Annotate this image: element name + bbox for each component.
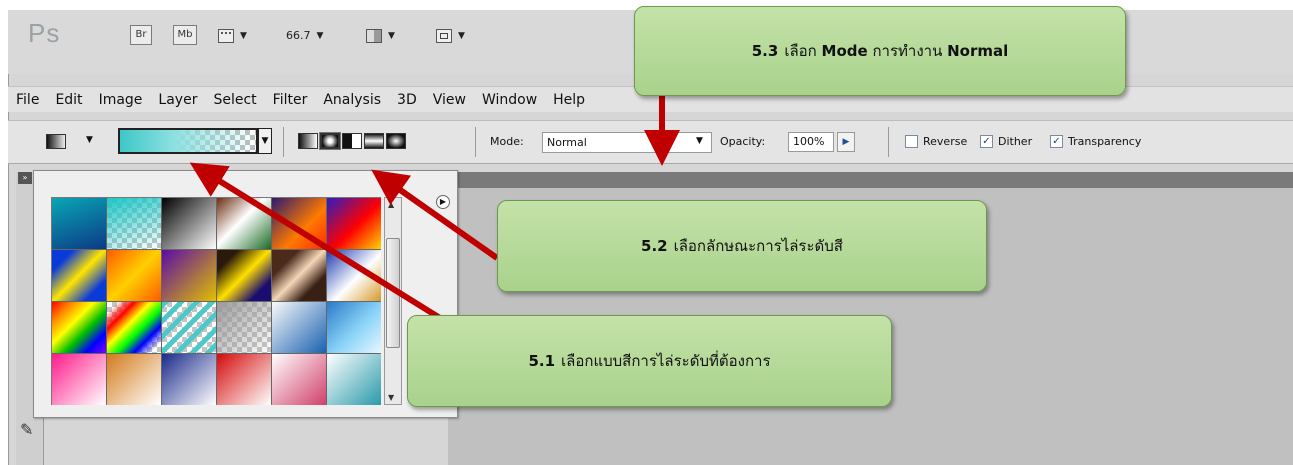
tool-preset-picker[interactable]: [46, 134, 66, 149]
gradient-swatch[interactable]: [107, 250, 161, 301]
callout-5-1-number: 5.1: [528, 352, 556, 370]
dither-checkbox[interactable]: ✓: [980, 135, 993, 148]
menu-help[interactable]: Help: [545, 92, 593, 108]
angle-gradient-button[interactable]: [342, 133, 362, 149]
separator: [888, 127, 889, 157]
opacity-label: Opacity:: [720, 135, 766, 148]
scroll-up-icon[interactable]: ▲: [388, 200, 394, 209]
callout-5-3-text-1: เลือก: [784, 42, 817, 60]
screen-mode-dropdown[interactable]: ▼: [436, 25, 465, 47]
gradient-swatch[interactable]: [327, 198, 381, 249]
radial-gradient-button[interactable]: [319, 132, 341, 150]
opacity-input[interactable]: 100%: [788, 132, 834, 152]
gradient-swatch[interactable]: [162, 354, 216, 405]
options-bar: ▼ ▼ Mode: Normal ▼ Opacity: 100% ▶ Rever…: [8, 120, 1293, 164]
chevron-down-icon: ▼: [316, 31, 324, 41]
gradient-swatch[interactable]: [162, 302, 216, 353]
callout-5-3-mode: Mode: [821, 42, 868, 60]
zoom-level: 66.7: [286, 29, 311, 42]
reverse-label: Reverse: [923, 135, 968, 148]
callout-5-2-text: เลือกลักษณะการไล่ระดับสี: [673, 237, 843, 255]
gradient-swatch[interactable]: [272, 354, 326, 405]
gradient-swatch[interactable]: [272, 302, 326, 353]
separator: [283, 127, 284, 157]
scroll-thumb[interactable]: [386, 238, 400, 348]
panel-dock-strip: [448, 172, 1293, 188]
menu-edit[interactable]: Edit: [47, 92, 90, 108]
callout-5-3-number: 5.3: [751, 42, 779, 60]
menu-view[interactable]: View: [425, 92, 474, 108]
menu-select[interactable]: Select: [205, 92, 264, 108]
pen-tool-icon[interactable]: ✎: [20, 420, 42, 442]
menu-analysis[interactable]: Analysis: [315, 92, 389, 108]
callout-5-3-text-2: การทำงาน: [872, 42, 943, 60]
arrange-documents-dropdown[interactable]: ▼: [366, 25, 395, 47]
gradient-swatch[interactable]: [107, 198, 161, 249]
gradient-swatch[interactable]: [217, 354, 271, 405]
mode-select[interactable]: Normal: [542, 132, 712, 153]
gradient-swatch[interactable]: [272, 250, 326, 301]
chevron-down-icon: ▼: [458, 31, 465, 41]
gradient-swatch[interactable]: [52, 198, 106, 249]
dither-label: Dither: [998, 135, 1033, 148]
menu-3d[interactable]: 3D: [389, 92, 425, 108]
screen-mode-icon: [436, 29, 452, 43]
gradient-swatch[interactable]: [217, 302, 271, 353]
diamond-gradient-button[interactable]: [386, 133, 406, 149]
gradient-picker-popup: ▲ ▼ ▶: [33, 170, 458, 418]
transparency-checkbox[interactable]: ✓: [1050, 135, 1063, 148]
menu-layer[interactable]: Layer: [150, 92, 205, 108]
film-strip-icon: [218, 29, 234, 43]
reverse-checkbox[interactable]: [905, 135, 918, 148]
callout-5-2-number: 5.2: [641, 237, 668, 255]
chevron-down-icon[interactable]: ▼: [696, 136, 703, 146]
gradient-picker-dropdown[interactable]: ▼: [258, 128, 272, 154]
gradient-editor-swatch[interactable]: [118, 128, 258, 154]
chevron-down-icon[interactable]: ▼: [86, 135, 93, 145]
gradient-swatch-grid: [51, 197, 381, 405]
scroll-down-icon[interactable]: ▼: [388, 393, 394, 402]
gradient-list-scrollbar[interactable]: ▲ ▼: [384, 197, 402, 405]
gradient-swatch[interactable]: [327, 302, 381, 353]
gradient-swatch[interactable]: [217, 250, 271, 301]
bridge-button[interactable]: Br: [130, 25, 152, 45]
callout-5-1: 5.1 เลือกแบบสีการไล่ระดับที่ต้องการ: [407, 315, 892, 407]
gradient-swatch[interactable]: [107, 302, 161, 353]
gradient-swatch[interactable]: [162, 198, 216, 249]
callout-5-3-normal: Normal: [947, 42, 1009, 60]
gradient-swatch[interactable]: [162, 250, 216, 301]
photoshop-logo: Ps: [28, 18, 61, 48]
menu-file[interactable]: File: [8, 92, 47, 108]
separator: [475, 127, 476, 157]
mode-label: Mode:: [490, 135, 524, 148]
callout-5-3: 5.3 เลือก Mode การทำงาน Normal: [634, 6, 1126, 96]
linear-gradient-button[interactable]: [298, 133, 318, 149]
opacity-slider-button[interactable]: ▶: [837, 132, 855, 152]
gradient-swatch[interactable]: [52, 302, 106, 353]
callout-5-2: 5.2 เลือกลักษณะการไล่ระดับสี: [497, 200, 987, 292]
gradient-swatch[interactable]: [52, 250, 106, 301]
arrange-icon: [366, 29, 382, 43]
menu-filter[interactable]: Filter: [265, 92, 316, 108]
gradient-swatch[interactable]: [107, 354, 161, 405]
menu-window[interactable]: Window: [474, 92, 545, 108]
expand-panel-icon[interactable]: »: [18, 172, 32, 184]
mini-bridge-button[interactable]: Mb: [173, 25, 197, 45]
gradient-swatch[interactable]: [52, 354, 106, 405]
chevron-down-icon: ▼: [388, 31, 395, 41]
chevron-down-icon: ▼: [240, 31, 247, 41]
zoom-dropdown[interactable]: 66.7 ▼: [286, 25, 323, 47]
view-extras-dropdown[interactable]: ▼: [218, 25, 247, 47]
gradient-swatch[interactable]: [272, 198, 326, 249]
callout-5-1-text: เลือกแบบสีการไล่ระดับที่ต้องการ: [561, 352, 771, 370]
gradient-swatch[interactable]: [327, 250, 381, 301]
popup-menu-icon[interactable]: ▶: [436, 195, 450, 209]
gradient-swatch[interactable]: [217, 198, 271, 249]
gradient-swatch[interactable]: [327, 354, 381, 405]
reflected-gradient-button[interactable]: [364, 133, 384, 149]
menu-image[interactable]: Image: [91, 92, 151, 108]
transparency-label: Transparency: [1068, 135, 1142, 148]
